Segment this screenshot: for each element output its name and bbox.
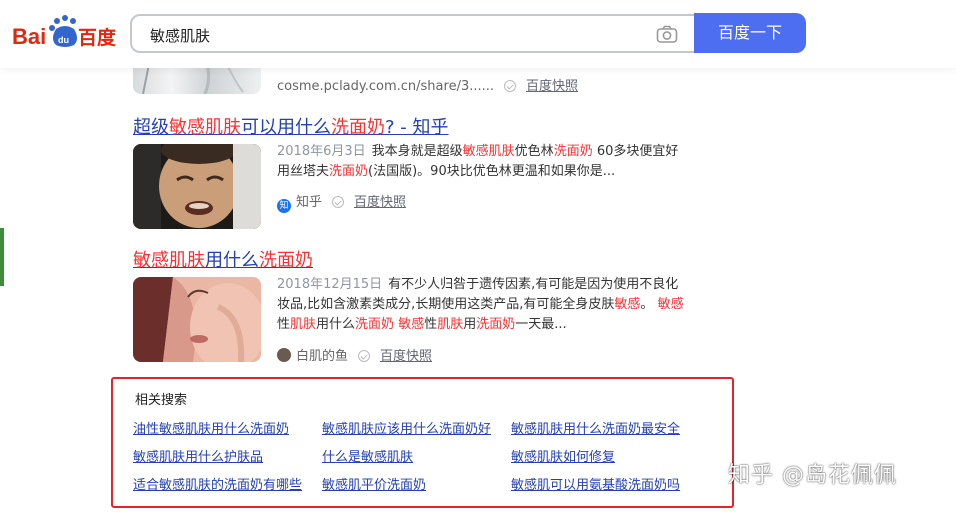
search-header: Bai du 百度 敏感肌肤 百度一下 xyxy=(0,0,956,68)
highlighted-keyword: 洗面奶 xyxy=(355,317,395,332)
result-1-url[interactable]: cosme.pclady.com.cn/share/3...... xyxy=(277,79,494,94)
highlighted-keyword: 洗面奶 xyxy=(259,250,313,271)
text-segment: 超级 xyxy=(133,117,169,138)
shield-icon[interactable] xyxy=(504,80,517,92)
face-hand-image xyxy=(133,277,261,362)
text-segment: 一天最... xyxy=(515,317,567,332)
text-segment: 用什么 xyxy=(316,317,356,332)
highlighted-keyword: 敏感 xyxy=(614,297,641,312)
text-segment: 性 xyxy=(277,317,291,332)
highlighted-keyword: 洗面奶 xyxy=(329,164,369,179)
text-segment: ? - 知乎 xyxy=(385,117,449,138)
result-3-source[interactable]: 白肌的鱼 xyxy=(296,349,348,364)
search-button[interactable]: 百度一下 xyxy=(694,13,806,53)
text-segment: 优色林 xyxy=(514,144,554,159)
shield-icon[interactable] xyxy=(332,196,345,208)
result-2-source-line: 知知乎 百度快照 xyxy=(277,191,406,213)
shield-icon[interactable] xyxy=(358,350,371,362)
svg-text:Bai: Bai xyxy=(12,24,46,49)
result-2-date: 2018年6月3日 xyxy=(277,144,366,159)
result-2-source[interactable]: 知乎 xyxy=(296,195,322,210)
search-query-text: 敏感肌肤 xyxy=(150,27,211,45)
related-link[interactable]: 敏感肌肤用什么洗面奶最安全 xyxy=(511,418,680,437)
result-3-abstract: 2018年12月15日 有不少人归咎于遗传因素,有可能是因为使用不良化妆品,比如含… xyxy=(277,275,687,335)
side-feedback-tab[interactable] xyxy=(0,228,4,286)
highlighted-keyword: 敏感 xyxy=(657,297,684,312)
related-link[interactable]: 敏感肌可以用氨基酸洗面奶吗 xyxy=(511,474,680,493)
result-2-abstract: 2018年6月3日 我本身就是超级敏感肌肤优色林洗面奶 60多块便宜好用丝塔夫洗面… xyxy=(277,142,687,182)
highlighted-keyword: 敏感 xyxy=(398,317,425,332)
text-segment: 可以用什么 xyxy=(241,117,331,138)
result-3-source-line: 白肌的鱼 百度快照 xyxy=(277,345,432,364)
result-2-title[interactable]: 超级敏感肌肤可以用什么洗面奶? - 知乎 xyxy=(133,113,449,139)
result-2-kuaizhao-link[interactable]: 百度快照 xyxy=(354,195,406,210)
zhihu-icon: 知 xyxy=(277,199,291,213)
highlighted-keyword: 肌肤 xyxy=(290,317,317,332)
related-searches-box: 相关搜索 油性敏感肌肤用什么洗面奶 敏感肌肤应该用什么洗面奶好 敏感肌肤用什么洗… xyxy=(111,377,734,508)
svg-text:du: du xyxy=(58,35,69,45)
crying-child-image xyxy=(133,144,261,229)
related-link[interactable]: 什么是敏感肌肤 xyxy=(322,446,413,465)
text-segment: 用什么 xyxy=(205,250,259,271)
related-link[interactable]: 油性敏感肌肤用什么洗面奶 xyxy=(133,418,289,437)
search-input[interactable]: 敏感肌肤 xyxy=(130,14,694,53)
highlighted-keyword: 洗面奶 xyxy=(476,317,516,332)
related-searches-title: 相关搜索 xyxy=(135,393,188,408)
svg-text:百度: 百度 xyxy=(78,26,116,49)
related-link[interactable]: 敏感肌肤用什么护肤品 xyxy=(133,446,263,465)
result-3-thumbnail[interactable] xyxy=(133,277,261,362)
baidu-logo[interactable]: Bai du 百度 xyxy=(12,15,116,51)
watermark: 知乎 @岛花佩佩 xyxy=(728,463,897,488)
result-3-date: 2018年12月15日 xyxy=(277,277,383,292)
highlighted-keyword: 敏感肌肤 xyxy=(462,144,515,159)
highlighted-keyword: 肌肤 xyxy=(437,317,464,332)
result-2-thumbnail[interactable] xyxy=(133,144,261,229)
text-segment: 我本身就是超级 xyxy=(371,144,463,159)
highlighted-keyword: 敏感肌肤 xyxy=(169,117,241,138)
search-results-page: cosme.pclady.com.cn/share/3...... 百度快照 超级… xyxy=(0,0,956,513)
related-link[interactable]: 敏感肌肤如何修复 xyxy=(511,446,615,465)
highlighted-keyword: 洗面奶 xyxy=(553,144,593,159)
text-segment: 用 xyxy=(463,317,477,332)
related-link[interactable]: 敏感肌肤应该用什么洗面奶好 xyxy=(322,418,491,437)
avatar xyxy=(277,348,291,362)
result-1-kuaizhao-link[interactable]: 百度快照 xyxy=(526,79,578,94)
text-segment: 性 xyxy=(424,317,438,332)
result-3-kuaizhao-link[interactable]: 百度快照 xyxy=(380,349,432,364)
text-segment: (法国版)。90块比优色林更温和如果你是... xyxy=(368,164,616,179)
text-segment: 。 xyxy=(640,297,658,312)
result-1-source-line: cosme.pclady.com.cn/share/3...... 百度快照 xyxy=(277,75,578,94)
result-3-title[interactable]: 敏感肌肤用什么洗面奶 xyxy=(133,246,313,272)
highlighted-keyword: 敏感肌肤 xyxy=(133,250,205,271)
camera-icon[interactable] xyxy=(656,25,678,43)
related-link[interactable]: 敏感肌平价洗面奶 xyxy=(322,474,426,493)
highlighted-keyword: 洗面奶 xyxy=(331,117,385,138)
related-link[interactable]: 适合敏感肌肤的洗面奶有哪些 xyxy=(133,474,302,493)
